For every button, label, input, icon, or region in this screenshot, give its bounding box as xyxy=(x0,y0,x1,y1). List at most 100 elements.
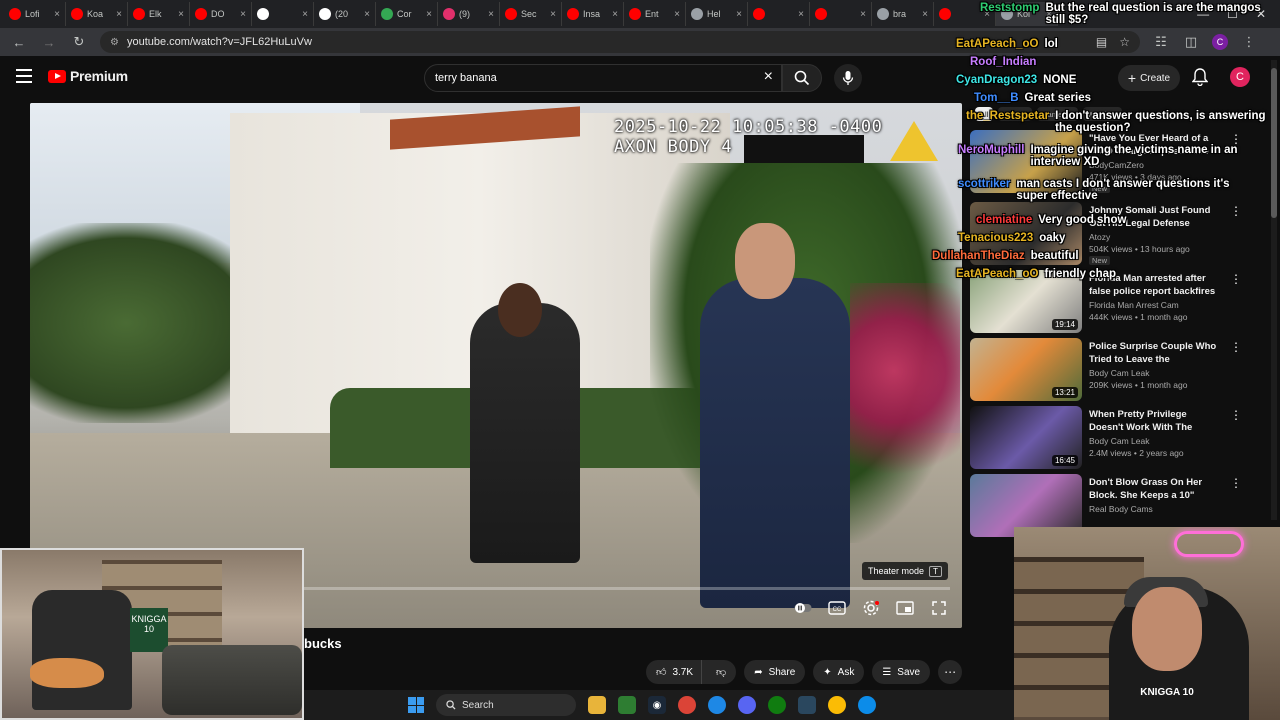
browser-menu-icon[interactable]: ⋮ xyxy=(1240,34,1258,50)
close-tab-icon[interactable]: × xyxy=(178,9,184,20)
browser-tab[interactable]: Ent × xyxy=(624,2,686,26)
minimize-icon[interactable]: — xyxy=(1197,7,1209,21)
close-tab-icon[interactable]: × xyxy=(922,9,928,20)
subtitles-icon[interactable]: CC xyxy=(828,599,846,617)
clear-search-icon[interactable]: × xyxy=(764,68,773,86)
recommendation-channel[interactable]: Florida Man Arrest Cam xyxy=(1089,300,1179,310)
scrollbar-thumb[interactable] xyxy=(1271,68,1277,218)
file-explorer-icon[interactable] xyxy=(588,696,606,714)
cast-icon[interactable]: ▤ xyxy=(1096,35,1107,49)
recommendation-title[interactable]: Johnny Somali Just Found Out His Legal D… xyxy=(1089,204,1221,230)
recommendation-title[interactable]: When Pretty Privilege Doesn't Work With … xyxy=(1089,408,1221,434)
close-tab-icon[interactable]: × xyxy=(240,9,246,20)
spreadsheet-app-icon[interactable] xyxy=(618,696,636,714)
menu-icon[interactable] xyxy=(16,69,32,87)
more-actions-button[interactable]: ⋯ xyxy=(938,660,963,684)
filter-chip[interactable]: Watched xyxy=(1082,107,1122,121)
account-avatar[interactable]: C xyxy=(1230,67,1250,87)
browser-tab[interactable]: Elk × xyxy=(128,2,190,26)
page-scrollbar[interactable] xyxy=(1271,60,1277,520)
share-button[interactable]: ➦ Share xyxy=(744,660,806,684)
recommendation-channel[interactable]: BodyCamZero xyxy=(1089,160,1144,170)
discord-icon[interactable] xyxy=(738,696,756,714)
more-options-icon[interactable]: ⋮ xyxy=(1230,408,1242,422)
chrome-active-icon[interactable] xyxy=(828,696,846,714)
close-window-icon[interactable]: ✕ xyxy=(1256,7,1266,21)
autoplay-toggle-icon[interactable] xyxy=(794,599,812,617)
close-tab-icon[interactable]: × xyxy=(1046,9,1052,20)
steam-icon[interactable]: ◉ xyxy=(648,696,666,714)
forward-icon[interactable]: → xyxy=(40,35,58,50)
more-options-icon[interactable]: ⋮ xyxy=(1230,476,1242,490)
close-tab-icon[interactable]: × xyxy=(364,9,370,20)
close-tab-icon[interactable]: × xyxy=(984,9,990,20)
recommendation-channel[interactable]: Body Cam Leak xyxy=(1089,368,1149,378)
voice-search-button[interactable] xyxy=(834,64,862,92)
more-options-icon[interactable]: ⋮ xyxy=(1230,340,1242,354)
browser-tab[interactable]: Insa × xyxy=(562,2,624,26)
create-button[interactable]: + Create xyxy=(1118,65,1180,91)
browser-tab[interactable]: × xyxy=(810,2,872,26)
notifications-bell-icon[interactable] xyxy=(1191,68,1209,91)
close-tab-icon[interactable]: × xyxy=(798,9,804,20)
browser-tab[interactable]: × xyxy=(252,2,314,26)
browser-tab[interactable]: Hel × xyxy=(686,2,748,26)
recommendation-title[interactable]: Don't Blow Grass On Her Block. She Keeps… xyxy=(1089,476,1221,502)
dislike-button[interactable]: 👎︎ xyxy=(708,660,736,684)
browser-tab[interactable]: Cor × xyxy=(376,2,438,26)
more-options-icon[interactable]: ⋮ xyxy=(1230,272,1242,286)
xbox-icon[interactable] xyxy=(768,696,786,714)
chrome-icon[interactable] xyxy=(678,696,696,714)
browser-icon[interactable] xyxy=(708,696,726,714)
recommendation-thumbnail[interactable]: 19:14 xyxy=(970,270,1082,333)
extensions-icon[interactable]: ☷ xyxy=(1152,34,1170,50)
browser-tab[interactable]: Lofi × xyxy=(4,2,66,26)
miniplayer-icon[interactable] xyxy=(896,599,914,617)
close-tab-icon[interactable]: × xyxy=(488,9,494,20)
filter-chip[interactable]: All xyxy=(975,107,994,121)
like-button[interactable]: 👍︎ 3.7K xyxy=(646,660,703,684)
close-tab-icon[interactable]: × xyxy=(426,9,432,20)
recommendation-thumbnail[interactable] xyxy=(970,130,1082,193)
recommendation-channel[interactable]: Real Body Cams xyxy=(1089,504,1153,514)
recommendation-channel[interactable]: Atozy xyxy=(1089,232,1110,242)
close-tab-icon[interactable]: × xyxy=(612,9,618,20)
reload-icon[interactable]: ↻ xyxy=(70,34,88,50)
recommendation-thumbnail[interactable]: 16:45 xyxy=(970,406,1082,469)
recommendation-item[interactable]: "Have You Ever Heard of a RICO Charge?" … xyxy=(970,130,1270,194)
windows-start-icon[interactable] xyxy=(408,697,424,713)
recommendation-item[interactable]: 13:21 Police Surprise Couple Who Tried to… xyxy=(970,338,1270,402)
settings-gear-icon[interactable] xyxy=(862,599,880,617)
ask-button[interactable]: ✦ Ask xyxy=(813,660,865,684)
browser-tab[interactable]: (20 × xyxy=(314,2,376,26)
bookmark-star-icon[interactable]: ☆ xyxy=(1119,35,1130,49)
recommendation-channel[interactable]: Body Cam Leak xyxy=(1089,436,1149,446)
steam-alt-icon[interactable] xyxy=(798,696,816,714)
maximize-icon[interactable]: ☐ xyxy=(1227,7,1238,21)
browser-tab[interactable]: bra × xyxy=(872,2,934,26)
close-tab-icon[interactable]: × xyxy=(116,9,122,20)
browser-tab[interactable]: Sec × xyxy=(500,2,562,26)
recommendation-title[interactable]: Florida Man arrested after false police … xyxy=(1089,272,1221,298)
recommendation-item[interactable]: Johnny Somali Just Found Out His Legal D… xyxy=(970,202,1270,266)
edge-icon[interactable] xyxy=(858,696,876,714)
close-tab-icon[interactable]: × xyxy=(860,9,866,20)
recommendation-item[interactable]: 16:45 When Pretty Privilege Doesn't Work … xyxy=(970,406,1270,470)
browser-tab[interactable]: Koa × xyxy=(66,2,128,26)
youtube-premium-logo[interactable]: Premium xyxy=(48,68,128,84)
browser-tab[interactable]: DO × xyxy=(190,2,252,26)
recommendation-title[interactable]: "Have You Ever Heard of a RICO Charge?" … xyxy=(1089,132,1221,158)
close-tab-icon[interactable]: × xyxy=(54,9,60,20)
filter-chip[interactable]: Cameras xyxy=(1037,107,1078,121)
filter-chip[interactable]: Politics xyxy=(998,107,1033,121)
recommendation-title[interactable]: Police Surprise Couple Who Tried to Leav… xyxy=(1089,340,1221,366)
more-options-icon[interactable]: ⋮ xyxy=(1230,132,1242,146)
sidepanel-icon[interactable]: ◫ xyxy=(1182,34,1200,50)
close-tab-icon[interactable]: × xyxy=(736,9,742,20)
site-info-icon[interactable]: ⚙ xyxy=(110,37,119,48)
browser-profile-avatar[interactable]: C xyxy=(1212,34,1228,50)
browser-tab[interactable]: × xyxy=(934,2,996,26)
taskbar-search[interactable]: Search xyxy=(436,694,576,716)
close-tab-icon[interactable]: × xyxy=(674,9,680,20)
back-icon[interactable]: ← xyxy=(10,35,28,50)
